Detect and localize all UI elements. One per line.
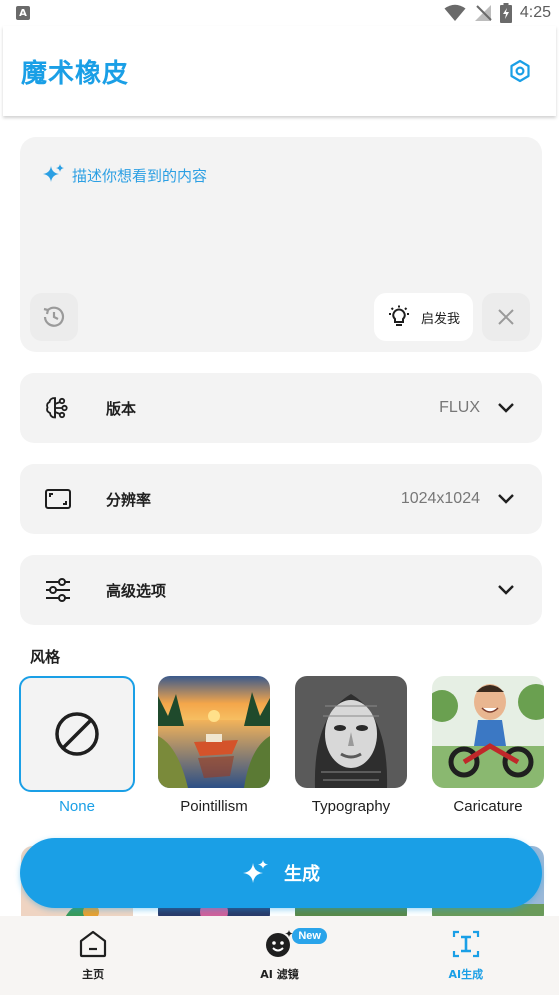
style-pointillism[interactable]: Pointillism: [158, 676, 274, 821]
generate-label: 生成: [284, 864, 320, 885]
style-caricature[interactable]: Caricature: [432, 676, 548, 821]
app-bar: 魔术橡皮: [3, 26, 556, 116]
chevron-down-icon: [496, 489, 516, 509]
style-typography[interactable]: Typography: [295, 676, 411, 821]
status-bar: A 4:25: [0, 0, 559, 26]
ai-text-icon: [450, 928, 482, 960]
sliders-icon: [44, 576, 72, 604]
chevron-down-icon: [496, 580, 516, 600]
nav-label: 主页: [82, 968, 105, 981]
bottom-nav: 主页 New AI 滤镜 AI生成: [0, 916, 559, 995]
prompt-input[interactable]: 描述你想看到的内容: [42, 163, 207, 187]
sparkle-icon: [43, 164, 64, 182]
nav-item-ai-filter[interactable]: New AI 滤镜: [186, 916, 372, 982]
style-thumb-none: [19, 676, 135, 792]
version-value: FLUX: [439, 399, 480, 416]
notification-icon: A: [16, 6, 30, 20]
style-name: Typography: [311, 798, 391, 815]
aspect-ratio-icon: [44, 485, 72, 513]
inspire-button[interactable]: 启发我: [374, 293, 473, 341]
generate-button[interactable]: 生成: [20, 838, 542, 908]
resolution-value: 1024x1024: [400, 490, 480, 507]
advanced-options[interactable]: 高级选项: [20, 555, 542, 625]
style-name: Pointillism: [180, 798, 248, 815]
signal-off-icon: [474, 5, 492, 21]
style-none[interactable]: None: [19, 676, 135, 821]
nav-label: AI生成: [448, 968, 484, 981]
prompt-card[interactable]: 描述你想看到的内容 启发我: [20, 137, 542, 352]
new-badge: New: [292, 928, 327, 944]
battery-icon: [499, 3, 512, 23]
advanced-label: 高级选项: [106, 581, 167, 600]
style-thumb-caricature: [432, 676, 544, 788]
home-icon: [77, 928, 109, 960]
nav-label: AI 滤镜: [260, 968, 299, 981]
history-button[interactable]: [30, 293, 78, 341]
sparkle-icon: [243, 860, 268, 883]
inspire-label: 启发我: [420, 311, 460, 327]
wifi-icon: [444, 4, 466, 21]
gear-icon: [510, 59, 530, 83]
brain-icon: [44, 394, 72, 422]
style-thumb-typography: [295, 676, 407, 788]
style-name: Caricature: [453, 798, 523, 815]
prompt-placeholder: 描述你想看到的内容: [72, 166, 208, 185]
style-name: None: [59, 798, 95, 815]
settings-button[interactable]: [506, 57, 534, 85]
version-selector[interactable]: 版本 FLUX: [20, 373, 542, 443]
clear-button[interactable]: [482, 293, 530, 341]
version-label: 版本: [106, 399, 137, 418]
style-section-title: 风格: [30, 648, 61, 666]
prohibit-icon: [55, 712, 99, 756]
resolution-selector[interactable]: 分辨率 1024x1024: [20, 464, 542, 534]
face-sparkle-icon: [263, 928, 295, 960]
chevron-down-icon: [496, 398, 516, 418]
close-icon: [498, 309, 514, 325]
style-thumb-pointillism: [158, 676, 270, 788]
clock: 4:25: [519, 4, 551, 21]
resolution-label: 分辨率: [106, 490, 152, 509]
lightbulb-icon: [388, 305, 409, 326]
nav-item-ai-generate[interactable]: AI生成: [373, 916, 559, 982]
history-icon: [43, 306, 65, 327]
nav-item-home[interactable]: 主页: [0, 916, 186, 982]
app-title: 魔术橡皮: [21, 58, 130, 89]
